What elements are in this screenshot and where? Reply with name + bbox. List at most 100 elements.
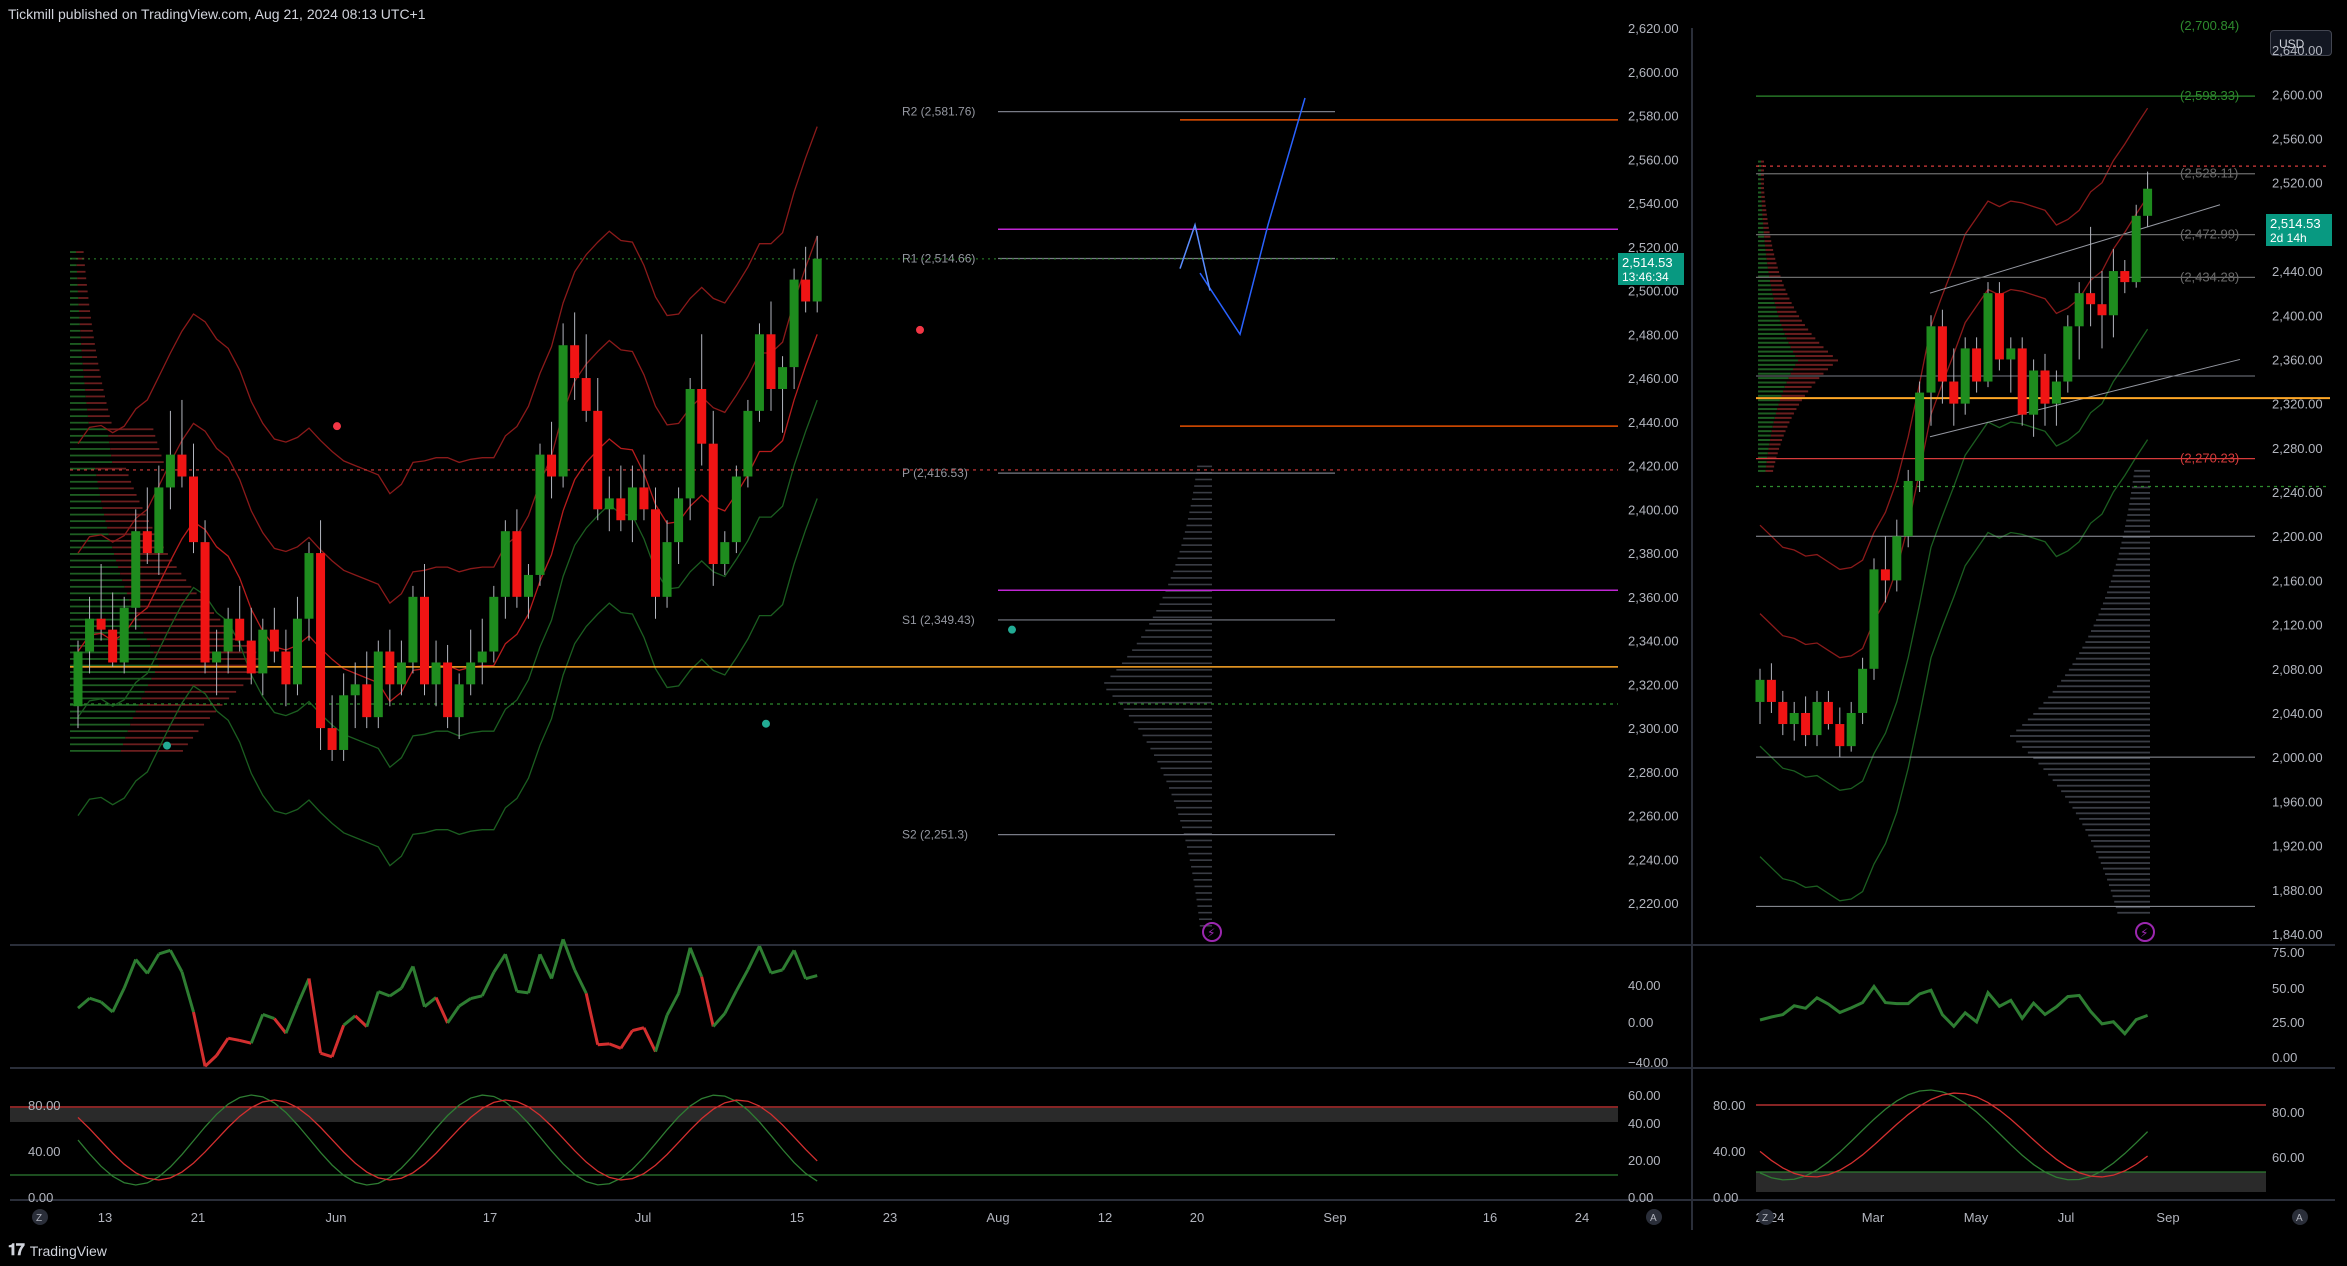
- volume-bar-session: [2022, 746, 2150, 748]
- volume-bar-up: [1758, 416, 1775, 419]
- volume-bar-down: [1798, 359, 1838, 362]
- price-tick-label: 2,500.00: [1628, 284, 1679, 299]
- volume-bar-session: [2102, 602, 2150, 605]
- rsi-segment: [561, 938, 577, 971]
- date-tick-label: 13: [98, 1210, 112, 1225]
- volume-bar-down: [1771, 288, 1786, 291]
- volume-bar-session: [1190, 504, 1212, 507]
- volume-bar-session: [2057, 685, 2150, 688]
- volume-bar-session: [2118, 552, 2150, 555]
- candle-body: [165, 454, 175, 488]
- volume-bar-up: [70, 743, 124, 746]
- volume-bar-up: [1758, 178, 1761, 181]
- volume-bar-up: [1758, 452, 1768, 455]
- lightning-icon[interactable]: ⚡: [1202, 922, 1222, 942]
- volume-bar-down: [150, 644, 249, 647]
- date-tick-label: 21: [191, 1210, 205, 1225]
- rsi-segment: [111, 987, 126, 1013]
- volume-bar-down: [1783, 390, 1809, 393]
- price-tick-label: 2,420.00: [1628, 459, 1679, 474]
- right-horizontal-levels: (2,598.33) (2,528.11) (2,472.99) (2,434.28)…: [1756, 18, 2330, 907]
- volume-bar-up: [1758, 257, 1767, 260]
- price-tick-label: 2,540.00: [1628, 196, 1679, 211]
- volume-bar-down: [81, 343, 95, 345]
- volume-bar-session: [2085, 828, 2150, 831]
- timezone-icon[interactable]: Z: [1758, 1209, 1774, 1225]
- volume-bar-session: [1169, 787, 1212, 789]
- volume-bar-down: [83, 375, 101, 378]
- auto-scale-icon[interactable]: A: [2292, 1209, 2308, 1225]
- volume-bar-up: [1758, 328, 1784, 331]
- candle-body: [616, 498, 626, 521]
- volume-bar-up: [70, 434, 109, 437]
- volume-bar-up: [70, 467, 96, 470]
- svg-text:⚡: ⚡: [1207, 926, 1215, 940]
- volume-bar-session: [2038, 707, 2150, 710]
- volume-bar-up: [1758, 438, 1771, 441]
- upper-band-outer: [1759, 107, 2149, 571]
- date-tick-label: Aug: [986, 1210, 1009, 1225]
- volume-bar-up: [70, 539, 111, 542]
- volume-bar-up: [70, 572, 121, 575]
- candle-body: [2029, 370, 2039, 415]
- candle-body: [1937, 326, 1947, 382]
- volume-bar-down: [1775, 306, 1794, 309]
- rsi-segment: [632, 1026, 645, 1032]
- candle-body: [408, 596, 418, 663]
- left-last-price: 2,514.53: [1622, 255, 1673, 270]
- volume-bar-up: [70, 264, 77, 267]
- rsi-segment: [458, 997, 472, 1008]
- rsi-segment: [677, 947, 692, 994]
- volume-bar-session: [1157, 760, 1212, 763]
- volume-bar-up: [70, 356, 83, 358]
- volume-bar-down: [1765, 469, 1774, 472]
- right-bollinger-bands: [1759, 107, 2241, 902]
- volume-bar-session: [2126, 519, 2150, 522]
- price-tick-label: 2,360.00: [1628, 590, 1679, 605]
- pivot-label: S1 (2,349.43): [902, 613, 975, 627]
- volume-bar-down: [1766, 257, 1776, 260]
- volume-bar-down: [1761, 169, 1764, 172]
- volume-bar-session: [1184, 531, 1212, 533]
- left-horizontal-levels: R2 (2,581.76)R1 (2,514.66)P (2,416.53)S1…: [70, 105, 1618, 842]
- volume-bar-up: [1758, 315, 1779, 318]
- right-stochastic-pane: 80.00 40.00 0.00 80.00 60.00: [1713, 1089, 2305, 1205]
- stoch-zone: [10, 1108, 1618, 1122]
- level-label-top: (2,700.84): [2180, 18, 2239, 33]
- price-tick-label: 2,640.00: [2272, 43, 2323, 58]
- stoch-left-tick: 40.00: [1713, 1144, 1746, 1159]
- stoch-left-tick: 80.00: [28, 1098, 61, 1113]
- lightning-icon[interactable]: ⚡: [2135, 922, 2155, 942]
- auto-scale-icon[interactable]: A: [1646, 1209, 1662, 1225]
- candle-body: [1869, 569, 1879, 669]
- candle-body: [177, 454, 187, 477]
- rsi-segment: [239, 1038, 252, 1045]
- date-tick-label: Sep: [2156, 1210, 2179, 1225]
- volume-bar-session: [2107, 878, 2150, 881]
- price-tick-label: 2,280.00: [1628, 765, 1679, 780]
- volume-bar-up: [70, 297, 79, 299]
- volume-bar-up: [1758, 248, 1766, 251]
- volume-bar-up: [70, 349, 82, 352]
- candle-body: [1880, 569, 1890, 581]
- volume-bar-down: [1790, 346, 1824, 349]
- timezone-icon[interactable]: Z: [32, 1209, 48, 1225]
- volume-bar-up: [70, 421, 89, 424]
- volume-bar-down: [143, 631, 234, 634]
- volume-bar-session: [1163, 774, 1212, 776]
- chart-stage[interactable]: R2 (2,581.76)R1 (2,514.66)P (2,416.53)S1…: [0, 0, 2347, 1266]
- candle-body: [200, 542, 210, 663]
- volume-bar-up: [70, 559, 116, 562]
- volume-bar-session: [2096, 619, 2150, 621]
- volume-bar-down: [1771, 430, 1786, 433]
- volume-bar-session: [2114, 900, 2150, 903]
- volume-bar-up: [70, 723, 131, 726]
- volume-bar-session: [1188, 852, 1212, 855]
- price-tick-label: 2,600.00: [1628, 65, 1679, 80]
- volume-bar-down: [1761, 195, 1765, 198]
- date-tick-label: Jul: [635, 1210, 652, 1225]
- volume-bar-down: [1778, 403, 1800, 406]
- volume-bar-up: [70, 533, 109, 536]
- candle-body: [2086, 293, 2096, 305]
- volume-bar-up: [1758, 240, 1765, 243]
